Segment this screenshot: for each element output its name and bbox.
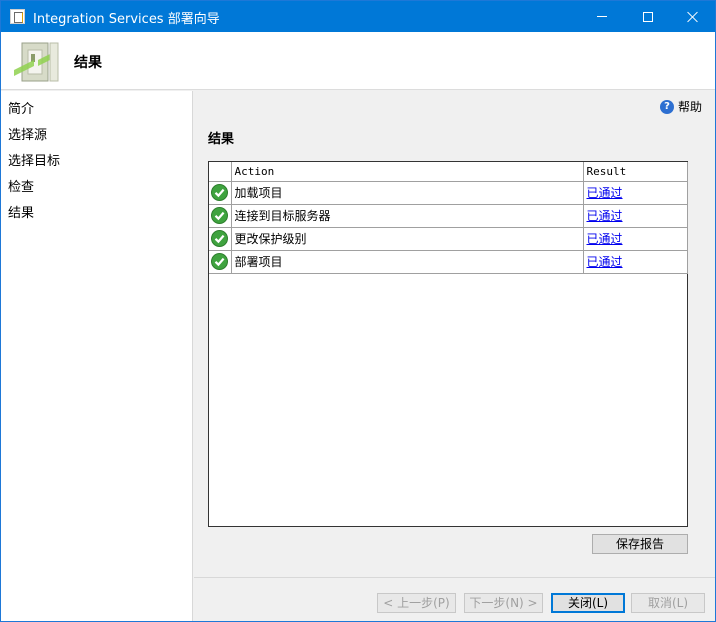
title-bar[interactable]: Integration Services 部署向导 — [1, 1, 715, 32]
column-header-action[interactable]: Action — [231, 162, 584, 182]
table-row: 连接到目标服务器 已通过 — [209, 204, 688, 228]
action-cell: 部署项目 — [231, 250, 584, 274]
success-icon — [211, 207, 228, 224]
sidebar-item-results[interactable]: 结果 — [8, 202, 34, 221]
status-cell — [209, 250, 232, 274]
status-cell — [209, 204, 232, 228]
sidebar-item-select-source[interactable]: 选择源 — [8, 124, 47, 143]
table-header-row: Action Result — [209, 162, 688, 182]
page-header: 结果 — [1, 32, 715, 90]
maximize-icon — [643, 11, 653, 22]
cancel-button[interactable]: 取消(L) — [631, 593, 705, 613]
result-link[interactable]: 已通过 — [587, 255, 623, 269]
result-cell: 已通过 — [583, 227, 688, 251]
help-icon: ? — [660, 99, 674, 114]
previous-button[interactable]: < 上一步(P) — [377, 593, 456, 613]
footer-divider — [194, 577, 715, 578]
table-row: 加载项目 已通过 — [209, 181, 688, 205]
wizard-icon — [14, 42, 59, 82]
table-row: 更改保护级别 已通过 — [209, 227, 688, 251]
maximize-button[interactable] — [625, 1, 671, 32]
help-label: 帮助 — [678, 100, 703, 114]
success-icon — [211, 184, 228, 201]
close-button[interactable]: 关闭(L) — [551, 593, 625, 613]
status-cell — [209, 227, 232, 251]
results-table: Action Result 加载项目 已通过 连接到目标服务器 已通过 更改保护… — [208, 161, 688, 527]
column-header-result[interactable]: Result — [583, 162, 688, 182]
close-window-button[interactable] — [670, 1, 715, 32]
sidebar-item-select-destination[interactable]: 选择目标 — [8, 150, 60, 169]
sidebar-item-review[interactable]: 检查 — [8, 176, 34, 195]
help-link[interactable]: ? 帮助 — [660, 98, 702, 115]
minimize-button[interactable] — [579, 1, 625, 32]
action-cell: 更改保护级别 — [231, 227, 584, 251]
table-row: 部署项目 已通过 — [209, 250, 688, 274]
result-link[interactable]: 已通过 — [587, 209, 623, 223]
action-cell: 连接到目标服务器 — [231, 204, 584, 228]
result-link[interactable]: 已通过 — [587, 186, 623, 200]
success-icon — [211, 253, 228, 270]
action-cell: 加载项目 — [231, 181, 584, 205]
result-link[interactable]: 已通过 — [587, 232, 623, 246]
status-cell — [209, 181, 232, 205]
section-title: 结果 — [208, 132, 235, 147]
save-report-button[interactable]: 保存报告 — [592, 534, 688, 554]
deployment-wizard-window: Integration Services 部署向导 结果 简介 选择源 选择目标… — [0, 0, 716, 622]
result-cell: 已通过 — [583, 250, 688, 274]
next-button[interactable]: 下一步(N) > — [464, 593, 543, 613]
minimize-icon — [597, 16, 607, 17]
result-cell: 已通过 — [583, 204, 688, 228]
column-header-status — [209, 162, 232, 182]
page-title: 结果 — [74, 55, 102, 71]
result-cell: 已通过 — [583, 181, 688, 205]
window-title: Integration Services 部署向导 — [33, 12, 220, 27]
close-icon — [687, 11, 699, 23]
wizard-steps-sidebar: 简介 选择源 选择目标 检查 结果 — [1, 91, 193, 621]
app-icon — [10, 9, 25, 24]
success-icon — [211, 230, 228, 247]
sidebar-item-intro[interactable]: 简介 — [8, 98, 34, 117]
